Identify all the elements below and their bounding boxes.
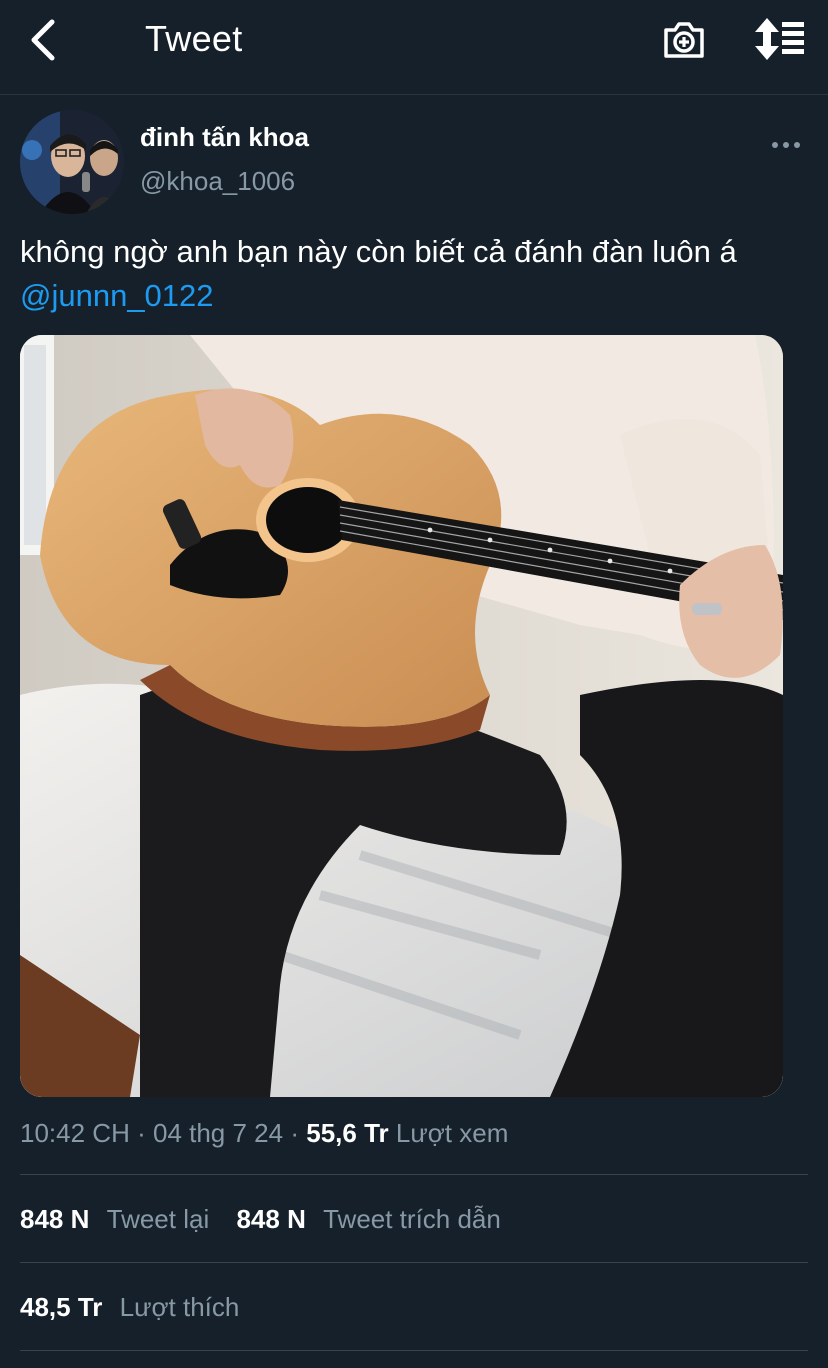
camera-plus-icon (664, 22, 704, 58)
divider (20, 1262, 808, 1263)
top-bar: Tweet (0, 0, 828, 95)
divider (20, 1174, 808, 1175)
quotes-count[interactable]: 848 N (236, 1204, 305, 1234)
tweet-meta: 10:42 CH · 04 thg 7 24 · 55,6 Tr Lượt xe… (20, 1118, 508, 1149)
likes-stats-row: 48,5 Tr Lượt thích (20, 1292, 239, 1323)
more-options-button[interactable] (766, 132, 806, 158)
meta-separator: · (290, 1118, 300, 1148)
share-stats-row: 848 N Tweet lại 848 N Tweet trích dẫn (20, 1204, 501, 1235)
camera-button[interactable] (660, 16, 708, 64)
page-title: Tweet (145, 18, 243, 59)
meta-separator: · (137, 1118, 146, 1148)
tweet-text: không ngờ anh bạn này còn biết cả đánh đ… (20, 230, 820, 318)
likes-label[interactable]: Lượt thích (120, 1292, 240, 1322)
views-count: 55,6 Tr (306, 1118, 389, 1148)
back-button[interactable] (22, 18, 66, 62)
more-horizontal-icon (772, 142, 800, 148)
sort-button[interactable] (752, 16, 806, 64)
tweet-photo[interactable] (20, 335, 783, 1097)
tweet-time: 10:42 CH (20, 1118, 130, 1148)
likes-count[interactable]: 48,5 Tr (20, 1292, 102, 1322)
divider (20, 1350, 808, 1351)
tweet-body: không ngờ anh bạn này còn biết cả đánh đ… (20, 234, 737, 269)
tweet-date: 04 thg 7 24 (152, 1118, 284, 1148)
quotes-label[interactable]: Tweet trích dẫn (323, 1204, 501, 1234)
retweets-count[interactable]: 848 N (20, 1204, 89, 1234)
retweets-label[interactable]: Tweet lại (107, 1204, 210, 1234)
mention-link[interactable]: @junnn_0122 (20, 278, 214, 313)
avatar[interactable] (20, 110, 124, 214)
sort-list-icon (755, 18, 804, 60)
display-name[interactable]: đinh tấn khoa (140, 122, 309, 153)
chevron-left-icon (31, 19, 55, 61)
views-label: Lượt xem (395, 1118, 509, 1148)
user-handle[interactable]: @khoa_1006 (140, 166, 295, 197)
